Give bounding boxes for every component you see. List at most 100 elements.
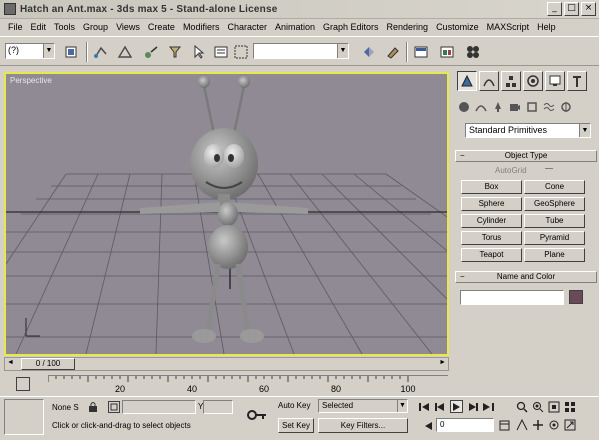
current-frame-value: 0 [440, 420, 445, 429]
undo-icon[interactable] [62, 43, 80, 61]
menu-group[interactable]: Group [79, 22, 112, 32]
current-frame-field[interactable]: 0 [436, 418, 494, 432]
absolute-mode-toggle[interactable] [108, 401, 120, 413]
menu-rendering[interactable]: Rendering [383, 22, 433, 32]
geometry-icon[interactable] [457, 100, 470, 113]
cone-button[interactable]: Cone [524, 180, 585, 194]
zoom-all-icon[interactable] [531, 400, 545, 414]
time-configuration-icon[interactable] [498, 419, 511, 432]
mirror-icon[interactable] [360, 43, 378, 61]
lights-icon[interactable] [491, 100, 504, 113]
align-icon[interactable] [384, 43, 402, 61]
display-tab[interactable] [545, 71, 565, 91]
time-slider[interactable]: ◄ 0 / 100 ► [4, 357, 449, 371]
x-coordinate-field[interactable] [122, 400, 196, 414]
previous-frame-icon[interactable] [434, 400, 447, 413]
link-icon[interactable] [92, 43, 110, 61]
torus-button[interactable]: Torus [461, 231, 522, 245]
pyramid-button[interactable]: Pyramid [524, 231, 585, 245]
menu-edit[interactable]: Edit [27, 22, 51, 32]
perspective-viewport[interactable]: Perspective [4, 72, 449, 356]
selection-set-combo[interactable]: ▼ [253, 43, 349, 59]
go-to-end-icon[interactable] [482, 400, 495, 413]
go-to-start-icon[interactable] [418, 400, 431, 413]
field-of-view-icon[interactable] [515, 418, 529, 432]
zoom-icon[interactable] [515, 400, 529, 414]
chevron-left-icon[interactable]: ◄ [7, 359, 14, 366]
key-filters-button[interactable]: Key Filters... [318, 418, 408, 433]
helpers-icon[interactable] [525, 100, 538, 113]
selection-lock-icon[interactable] [88, 401, 98, 413]
hierarchy-tab[interactable] [501, 71, 521, 91]
name-and-color-rollout[interactable]: − Name and Color [455, 271, 597, 283]
object-type-rollout[interactable]: − Object Type [455, 150, 597, 162]
region-select-icon[interactable] [232, 43, 250, 61]
ruler-tick-label: 80 [330, 384, 342, 394]
menu-maxscript[interactable]: MAXScript [483, 22, 534, 32]
key-icon[interactable] [247, 405, 267, 425]
key-mode-combo[interactable]: Selected ▼ [318, 399, 408, 413]
arc-rotate-icon[interactable] [547, 418, 561, 432]
chevron-right-icon[interactable]: ► [439, 359, 446, 366]
cylinder-button[interactable]: Cylinder [461, 214, 522, 228]
curve-editor-icon[interactable] [16, 377, 30, 391]
cameras-icon[interactable] [508, 100, 521, 113]
unlink-icon[interactable] [116, 43, 134, 61]
zoom-extents-all-icon[interactable] [563, 400, 577, 414]
create-tab[interactable] [457, 71, 477, 91]
modify-tab[interactable] [479, 71, 499, 91]
bind-space-warp-icon[interactable] [142, 43, 160, 61]
pan-icon[interactable] [531, 418, 545, 432]
track-view-icon[interactable] [412, 43, 430, 61]
schematic-view-icon[interactable] [438, 43, 456, 61]
tube-button[interactable]: Tube [524, 214, 585, 228]
sphere-button[interactable]: Sphere [461, 197, 522, 211]
material-editor-icon[interactable] [464, 43, 482, 61]
minimize-button[interactable]: _ [547, 2, 562, 16]
next-frame-icon[interactable] [466, 400, 479, 413]
object-color-swatch[interactable] [569, 290, 583, 304]
autogrid-checkbox[interactable] [545, 168, 553, 169]
menu-customize[interactable]: Customize [432, 22, 483, 32]
track-bar[interactable]: 20 40 60 80 100 [4, 373, 449, 395]
category-dropdown[interactable]: Standard Primitives ▼ [465, 123, 591, 138]
select-by-name-icon[interactable] [212, 43, 230, 61]
close-button[interactable]: × [581, 2, 596, 16]
menu-help[interactable]: Help [533, 22, 560, 32]
time-slider-thumb[interactable]: 0 / 100 [21, 358, 75, 370]
undo-combo[interactable]: (?) ▼ [5, 43, 55, 59]
auto-key-button[interactable]: Auto Key [278, 401, 310, 410]
select-filter-icon[interactable] [166, 43, 184, 61]
menu-animation[interactable]: Animation [271, 22, 319, 32]
menu-tools[interactable]: Tools [50, 22, 79, 32]
menu-bar: File Edit Tools Group Views Create Modif… [0, 19, 599, 34]
menu-modifiers[interactable]: Modifiers [179, 22, 224, 32]
play-icon[interactable] [450, 400, 463, 413]
plane-button[interactable]: Plane [524, 248, 585, 262]
motion-tab[interactable] [523, 71, 543, 91]
menu-create[interactable]: Create [144, 22, 179, 32]
y-coordinate-field[interactable] [203, 400, 233, 414]
object-name-field[interactable] [460, 290, 564, 305]
geosphere-button[interactable]: GeoSphere [524, 197, 585, 211]
systems-icon[interactable] [559, 100, 572, 113]
teapot-button[interactable]: Teapot [461, 248, 522, 262]
frame-ruler[interactable]: 20 40 60 80 100 [48, 375, 448, 395]
select-object-icon[interactable] [190, 43, 208, 61]
key-mode-toggle-icon[interactable] [422, 419, 435, 432]
menu-file[interactable]: File [4, 22, 27, 32]
box-button[interactable]: Box [461, 180, 522, 194]
zoom-extents-icon[interactable] [547, 400, 561, 414]
set-key-button[interactable]: Set Key [278, 418, 314, 433]
ant-character[interactable] [140, 76, 308, 343]
menu-graph-editors[interactable]: Graph Editors [319, 22, 383, 32]
maxscript-listener[interactable] [4, 399, 44, 435]
maximize-button[interactable]: □ [564, 2, 579, 16]
menu-character[interactable]: Character [223, 22, 271, 32]
maximize-viewport-icon[interactable] [563, 418, 577, 432]
space-warps-icon[interactable] [542, 100, 555, 113]
app-icon [4, 3, 16, 15]
utilities-tab[interactable] [567, 71, 587, 91]
shapes-icon[interactable] [474, 100, 487, 113]
menu-views[interactable]: Views [112, 22, 144, 32]
